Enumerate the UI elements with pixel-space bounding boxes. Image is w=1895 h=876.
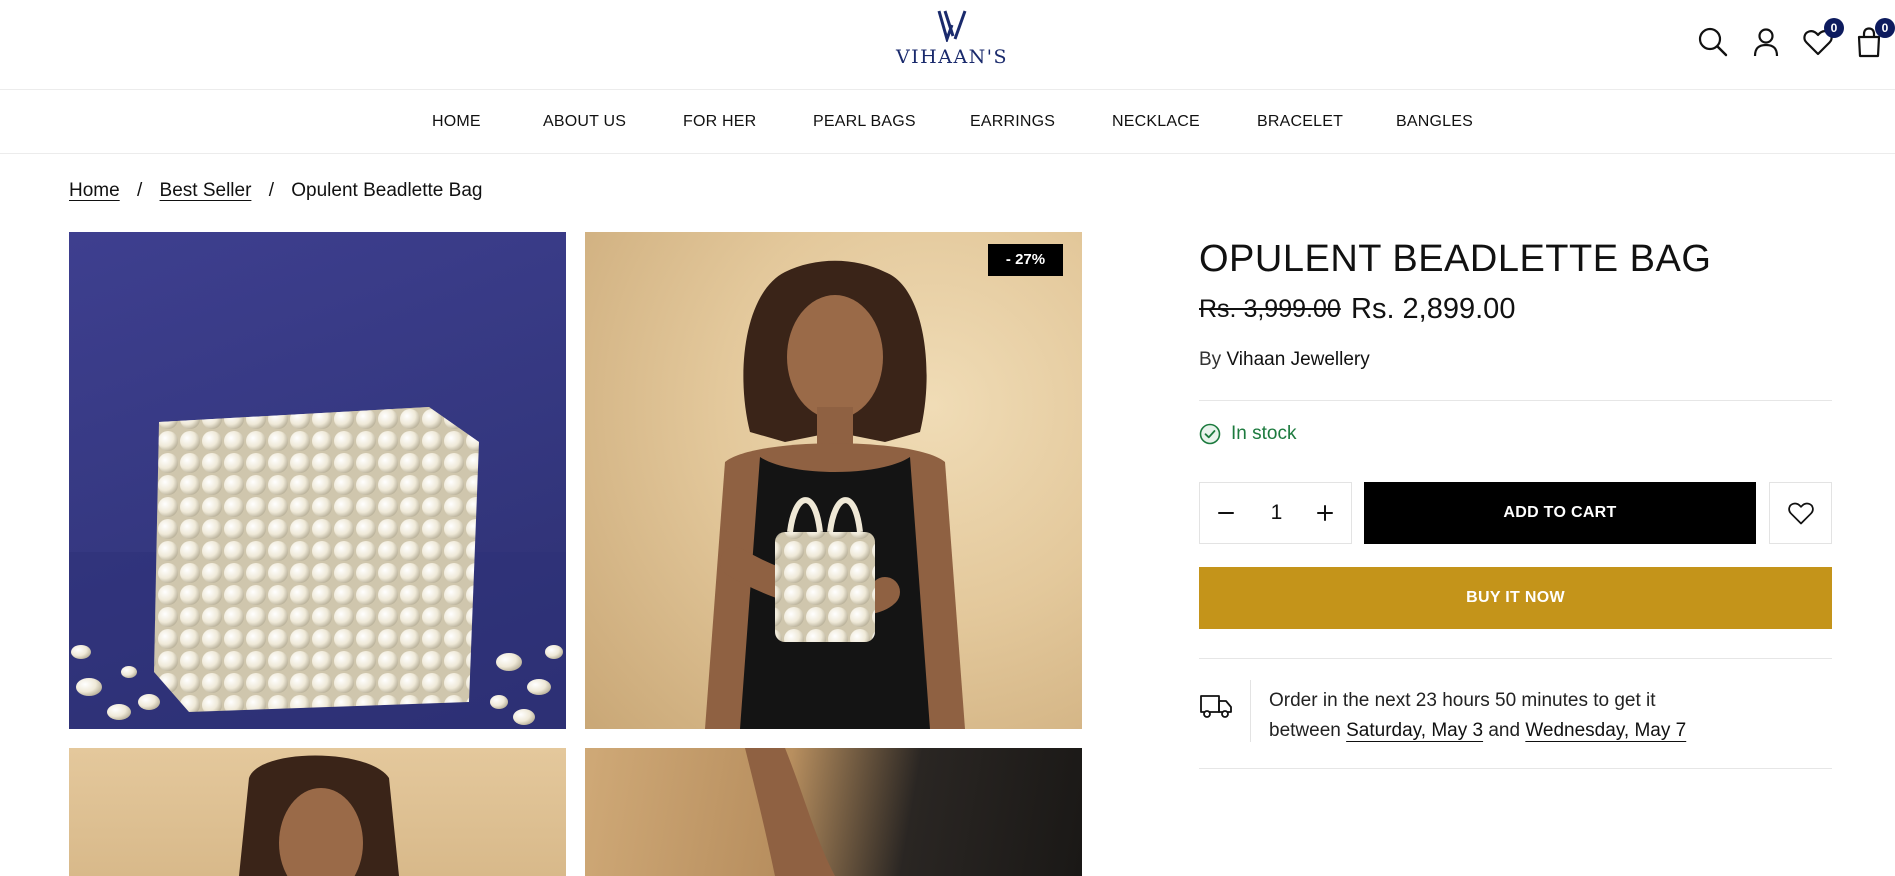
- nav-item-home[interactable]: HOME: [432, 113, 481, 131]
- add-to-cart-button[interactable]: ADD TO CART: [1364, 482, 1756, 544]
- site-header: VIHAAN'S 0 0: [0, 0, 1895, 90]
- product-image-bag-closeup[interactable]: [69, 232, 566, 729]
- delivery-date-to: Wednesday, May 7: [1525, 720, 1687, 741]
- logo-monogram: [937, 10, 967, 42]
- price-original: Rs. 3,999.00: [1199, 295, 1341, 323]
- main-nav: HOME ABOUT US FOR HER PEARL BAGS EARRING…: [0, 91, 1895, 154]
- brand-name: VIHAAN'S: [895, 46, 1009, 68]
- price-sale: Rs. 2,899.00: [1351, 293, 1516, 325]
- delivery-between: between: [1269, 720, 1341, 741]
- cart-count-badge: 0: [1875, 18, 1895, 38]
- nav-item-necklace[interactable]: NECKLACE: [1112, 113, 1200, 131]
- product-vendor: By Vihaan Jewellery: [1199, 349, 1370, 371]
- stock-status: In stock: [1199, 423, 1296, 445]
- breadcrumb-current: Opulent Beadlette Bag: [291, 180, 483, 201]
- minus-icon[interactable]: [1212, 499, 1240, 527]
- product-title: OPULENT BEADLETTE BAG: [1199, 238, 1712, 280]
- breadcrumb-home-link[interactable]: Home: [69, 180, 120, 201]
- product-image-model-side[interactable]: [585, 748, 1082, 876]
- vendor-name[interactable]: Vihaan Jewellery: [1226, 349, 1369, 370]
- wishlist-count-badge: 0: [1824, 18, 1844, 38]
- nav-item-bangles[interactable]: BANGLES: [1396, 113, 1473, 131]
- delivery-text: Order in the next 23 hours 50 minutes to…: [1269, 686, 1686, 746]
- account-icon[interactable]: [1750, 26, 1782, 58]
- nav-item-bracelet[interactable]: BRACELET: [1257, 113, 1343, 131]
- buy-now-button[interactable]: BUY IT NOW: [1199, 567, 1832, 629]
- nav-item-for-her[interactable]: FOR HER: [683, 113, 756, 131]
- delivery-date-from: Saturday, May 3: [1346, 720, 1484, 741]
- delivery-divider: [1250, 680, 1251, 742]
- brand-logo[interactable]: VIHAAN'S: [892, 8, 1012, 68]
- nav-item-about-us[interactable]: ABOUT US: [543, 113, 626, 131]
- search-icon[interactable]: [1697, 26, 1729, 58]
- cart-icon[interactable]: 0: [1853, 18, 1895, 58]
- vendor-prefix: By: [1199, 349, 1222, 370]
- breadcrumb-separator: /: [268, 180, 274, 201]
- divider: [1199, 768, 1832, 769]
- breadcrumb: Home / Best Seller / Opulent Beadlette B…: [69, 180, 482, 202]
- divider: [1199, 400, 1832, 401]
- add-to-wishlist-button[interactable]: [1769, 482, 1832, 544]
- discount-badge: - 27%: [988, 244, 1063, 276]
- delivery-line1: Order in the next 23 hours 50 minutes to…: [1269, 690, 1656, 711]
- nav-item-earrings[interactable]: EARRINGS: [970, 113, 1055, 131]
- wishlist-icon[interactable]: 0: [1802, 18, 1844, 58]
- breadcrumb-category-link[interactable]: Best Seller: [160, 180, 252, 201]
- delivery-and: and: [1488, 720, 1521, 741]
- stock-status-text: In stock: [1231, 423, 1297, 444]
- plus-icon[interactable]: [1311, 499, 1339, 527]
- quantity-stepper: 1: [1199, 482, 1352, 544]
- breadcrumb-separator: /: [136, 180, 143, 201]
- nav-item-pearl-bags[interactable]: PEARL BAGS: [813, 113, 916, 131]
- quantity-input[interactable]: 1: [1250, 483, 1303, 543]
- divider: [1199, 658, 1832, 659]
- truck-icon: [1200, 695, 1232, 718]
- check-circle-icon: [1199, 423, 1221, 445]
- product-image-model-portrait[interactable]: [69, 748, 566, 876]
- product-image-model[interactable]: [585, 232, 1082, 729]
- delivery-estimate: Order in the next 23 hours 50 minutes to…: [1199, 680, 1832, 750]
- heart-icon: [1787, 502, 1814, 525]
